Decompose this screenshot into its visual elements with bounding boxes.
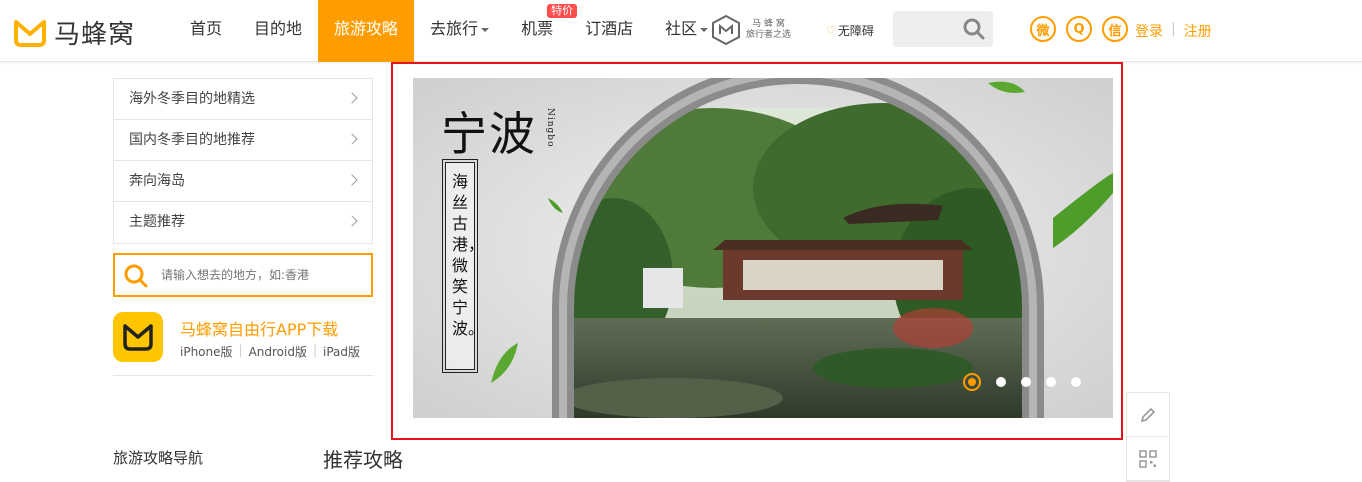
login-link[interactable]: 登录 [1135, 21, 1163, 41]
guide-nav-heading: 旅游攻略导航 [113, 449, 204, 467]
banner-poem-box: 海丝古港，微笑宁波。 [442, 159, 485, 373]
nav-item-travel-guides[interactable]: 旅游攻略 [318, 0, 415, 62]
sidebar-item-label: 国内冬季目的地推荐 [129, 132, 255, 148]
site-logo[interactable]: 马蜂窝 [12, 14, 135, 51]
chevron-right-icon [346, 92, 358, 104]
app-download: 马蜂窝自由行APP下载 iPhone版 | Android版 | iPad版 [113, 312, 373, 376]
mafengwo-logo-icon [14, 19, 46, 47]
sidebar-item-label: 海外冬季目的地精选 [129, 91, 255, 107]
carousel-dot[interactable] [1071, 377, 1081, 387]
wechat-icon[interactable]: 信 [1102, 16, 1128, 42]
heart-icon: ♡ [826, 24, 836, 37]
nav-item-hotels[interactable]: 订酒店 [569, 0, 649, 62]
banner-poem: 海丝古港，微笑宁波。 [452, 172, 485, 338]
accessibility-label: 无障碍 [837, 24, 874, 38]
nav-label: 社区 [665, 19, 698, 38]
nav-label: 首页 [190, 19, 223, 38]
nav-label: 目的地 [254, 19, 303, 38]
nav-label: 机票 [521, 19, 554, 38]
carousel-dot[interactable] [996, 377, 1006, 387]
site-name: 马蜂窝 [54, 20, 136, 50]
search-icon[interactable] [963, 18, 985, 40]
hero-banner[interactable]: 宁波 Ningbo 海丝古港，微笑宁波。 [413, 78, 1113, 418]
mafengwo-logo-icon [123, 324, 153, 351]
pencil-icon [1140, 407, 1156, 422]
sidebar-menu: 海外冬季目的地精选 国内冬季目的地推荐 奔向海岛 主题推荐 [113, 78, 373, 244]
nav-label: 订酒店 [585, 19, 634, 38]
sidebar-item-overseas-winter[interactable]: 海外冬季目的地精选 [114, 79, 372, 120]
carousel-dots [963, 373, 1081, 391]
carousel-dot[interactable] [1021, 377, 1031, 387]
nav-item-home[interactable]: 首页 [174, 0, 238, 62]
traveler-choice-badge[interactable]: 马 蜂 窝 旅行者之选 [710, 14, 791, 46]
partner-text: 马 蜂 窝 旅行者之选 [746, 19, 791, 41]
write-guide-button[interactable] [1127, 393, 1169, 437]
auth-links: 登录 | 注册 [1135, 21, 1212, 41]
chevron-right-icon [346, 133, 358, 145]
partner-tagline: 旅行者之选 [746, 30, 792, 40]
banner-title: 宁波 [441, 107, 537, 161]
destination-search-input[interactable] [161, 265, 361, 285]
accessibility-link[interactable]: ♡ 无障碍 [826, 22, 874, 39]
recommended-heading: 推荐攻略 [323, 448, 403, 472]
qrcode-icon [1139, 449, 1157, 468]
divider: | [238, 343, 243, 357]
sidebar-item-domestic-winter[interactable]: 国内冬季目的地推荐 [114, 120, 372, 161]
chevron-down-icon [700, 27, 709, 32]
partner-name: 马 蜂 窝 [752, 19, 785, 29]
destination-search [113, 253, 373, 297]
qq-icon[interactable]: Q [1066, 16, 1092, 42]
android-link[interactable]: Android版 [249, 343, 307, 360]
nav-item-go-travel[interactable]: 去旅行 [414, 0, 505, 62]
app-platform-links: iPhone版 | Android版 | iPad版 [180, 343, 360, 360]
header-search-box[interactable] [893, 11, 993, 47]
hexagon-logo-icon [712, 14, 740, 46]
nav-item-destinations[interactable]: 目的地 [238, 0, 318, 62]
weibo-icon[interactable]: 微 [1030, 16, 1056, 42]
search-icon[interactable] [123, 263, 149, 289]
nav-label: 旅游攻略 [334, 19, 399, 38]
social-login-group: 微 Q 信 [1030, 16, 1138, 42]
nav-item-flights[interactable]: 机票 特价 [505, 0, 578, 62]
banner-title-roman: Ningbo [545, 108, 555, 148]
app-icon[interactable] [113, 312, 163, 362]
nav-label: 去旅行 [430, 19, 479, 38]
chevron-right-icon [346, 174, 358, 186]
sidebar-item-label: 奔向海岛 [129, 173, 185, 189]
sidebar-item-islands[interactable]: 奔向海岛 [114, 161, 372, 202]
chevron-down-icon [481, 27, 490, 32]
app-download-title[interactable]: 马蜂窝自由行APP下载 [180, 316, 338, 340]
chevron-right-icon [346, 215, 358, 227]
main-nav: 首页 目的地 旅游攻略 去旅行 机票 特价 订酒店 社区 [174, 0, 724, 62]
qrcode-button[interactable] [1127, 437, 1169, 481]
iphone-link[interactable]: iPhone版 [180, 343, 233, 360]
carousel-dot-active[interactable] [963, 373, 981, 391]
sidebar-item-themes[interactable]: 主题推荐 [114, 202, 372, 243]
carousel-dot[interactable] [1046, 377, 1056, 387]
floating-toolbar [1126, 392, 1170, 482]
sidebar-item-label: 主题推荐 [129, 214, 185, 230]
register-link[interactable]: 注册 [1184, 21, 1212, 41]
divider: | [1171, 21, 1176, 37]
ipad-link[interactable]: iPad版 [323, 343, 360, 360]
top-header: 马蜂窝 首页 目的地 旅游攻略 去旅行 机票 特价 订酒店 社区 马 蜂 窝 旅行… [0, 0, 1362, 62]
divider: | [312, 343, 318, 357]
